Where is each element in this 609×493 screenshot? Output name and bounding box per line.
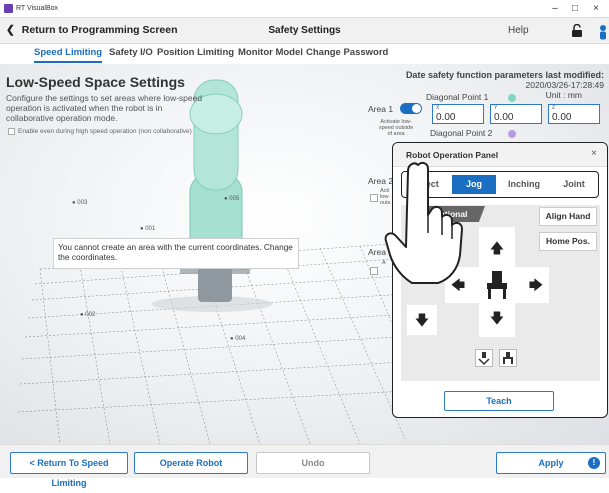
apply-alert-icon: ! (588, 457, 600, 469)
coordinate-error-message: You cannot create an area with the curre… (53, 238, 299, 269)
area-1-label: Area 1 (368, 104, 394, 114)
window-titlebar: RT VisualBox – □ × (0, 0, 609, 18)
point-marker-005: ● 005 (224, 196, 240, 202)
toggle-knob (412, 104, 421, 113)
undo-button[interactable]: Undo (256, 452, 370, 474)
jog-up-arrow-icon[interactable]: 🡅 (488, 239, 506, 257)
diagonal-point-1-dot (508, 94, 516, 102)
area-1-toggle[interactable] (400, 103, 422, 114)
activate-low-speed-label: Activate low-speed outside of area (378, 119, 414, 137)
operate-robot-button[interactable]: Operate Robot (134, 452, 248, 474)
close-window-button[interactable]: × (587, 3, 605, 15)
diagonal-point-2-dot (508, 130, 516, 138)
tab-position-limiting[interactable]: Position Limiting (157, 47, 234, 58)
low-speed-heading: Low-Speed Space Settings (6, 74, 185, 90)
date-value: 2020/03/26-17:28:49 (525, 80, 604, 90)
footer-bar: < Return To Speed Limiting Operate Robot… (0, 444, 609, 488)
area-2-checkbox[interactable] (370, 194, 378, 202)
gripper-close-icon (503, 352, 513, 364)
robot-hand-icon (487, 271, 507, 299)
gripper-open-icon (478, 352, 490, 366)
app-icon (4, 4, 13, 13)
enable-high-speed-label: Enable even during high speed operation … (18, 128, 192, 136)
user-icon[interactable] (597, 24, 609, 40)
home-position-button[interactable]: Home Pos. (539, 232, 597, 251)
date-label: Date safety function parameters last mod… (405, 70, 604, 80)
app-title: RT VisualBox (16, 5, 59, 12)
unlock-icon[interactable] (571, 23, 583, 40)
gripper-close-button[interactable] (499, 349, 517, 367)
diagonal-point-1-label: Diagonal Point 1 (426, 92, 489, 102)
point-marker-001: ● 001 (140, 226, 156, 232)
gripper-open-button[interactable] (475, 349, 493, 367)
panel-close-button[interactable]: × (591, 148, 597, 159)
tab-safety-io[interactable]: Safety I/O (109, 47, 153, 58)
z-coordinate-field[interactable]: Z 0.00 (548, 104, 600, 124)
tab-bar: Speed Limiting Safety I/O Position Limit… (0, 44, 609, 64)
point-marker-003: ● 003 (72, 200, 88, 206)
return-to-speed-limiting-button[interactable]: < Return To Speed Limiting (10, 452, 128, 488)
tab-change-password[interactable]: Change Password (306, 47, 388, 58)
enable-high-speed-checkbox[interactable]: Enable even during high speed operation … (8, 128, 192, 135)
help-button[interactable]: Help (508, 25, 529, 36)
area-3-checkbox[interactable] (370, 267, 378, 275)
header-bar: ❮ Return to Programming Screen Safety Se… (0, 18, 609, 44)
pointing-hand-icon (384, 161, 463, 284)
jog-z-down-arrow-icon[interactable]: 🡇 (413, 311, 431, 329)
y-coordinate-field[interactable]: Y 0.00 (490, 104, 542, 124)
tab-monitor-model[interactable]: Monitor Model (238, 47, 303, 58)
jog-right-arrow-icon[interactable]: 🡆 (527, 276, 545, 294)
mode-inching[interactable]: Inching (500, 175, 548, 194)
diagonal-point-2-label: Diagonal Point 2 (430, 128, 493, 138)
tab-speed-limiting[interactable]: Speed Limiting (34, 47, 102, 58)
teach-button[interactable]: Teach (444, 391, 554, 411)
mode-joint[interactable]: Joint (552, 175, 596, 194)
maximize-button[interactable]: □ (566, 3, 584, 15)
checkbox-box[interactable] (8, 128, 15, 135)
low-speed-info: Low-Speed Space Settings Configure the s… (6, 74, 226, 123)
point-marker-004: ● 004 (230, 336, 246, 342)
point-marker-002: ● 002 (80, 312, 96, 318)
minimize-button[interactable]: – (546, 3, 564, 15)
low-speed-description: Configure the settings to set areas wher… (6, 93, 203, 123)
jog-down-arrow-icon[interactable]: 🡇 (488, 309, 506, 327)
active-tab-underline (34, 61, 102, 63)
align-hand-button[interactable]: Align Hand (539, 207, 597, 226)
x-coordinate-field[interactable]: X 0.00 (432, 104, 484, 124)
